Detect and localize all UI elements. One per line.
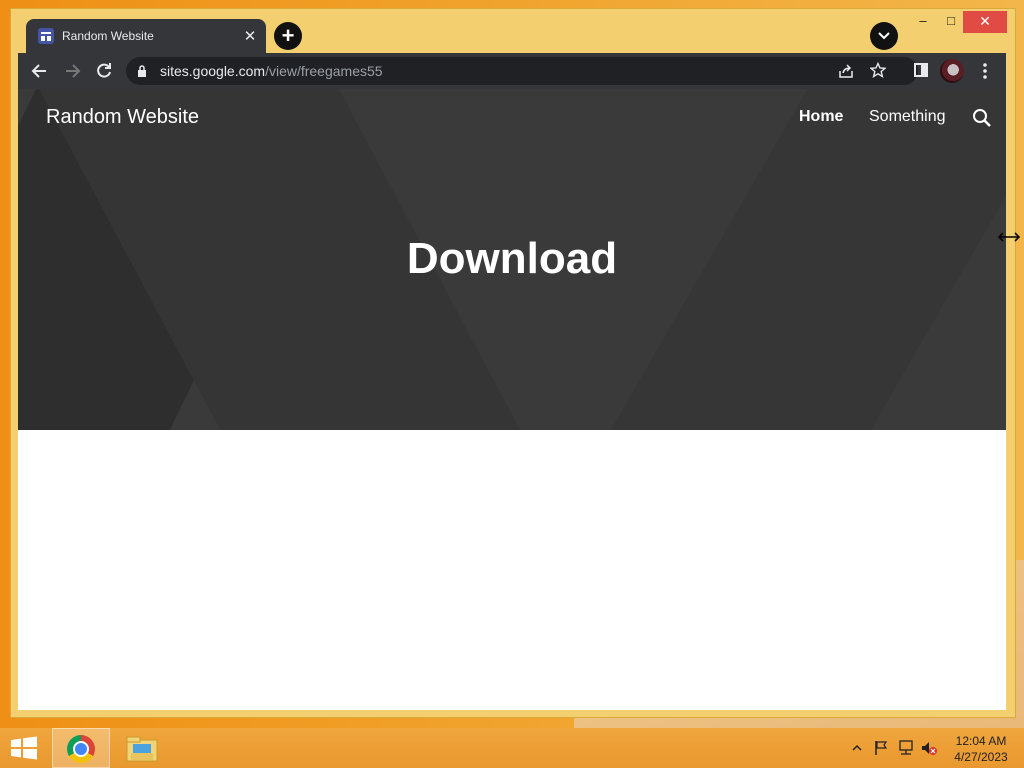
windows-start-icon[interactable] bbox=[10, 736, 38, 760]
minimize-button[interactable]: – bbox=[912, 11, 934, 33]
share-icon[interactable] bbox=[838, 63, 854, 79]
forward-arrow-icon[interactable] bbox=[62, 61, 82, 81]
hero-banner: Random Website Home Something Download bbox=[18, 89, 1006, 430]
tab-search-button[interactable] bbox=[870, 22, 898, 50]
browser-tab[interactable]: Random Website ✕ bbox=[26, 19, 266, 53]
search-icon[interactable] bbox=[972, 108, 992, 128]
tab-title: Random Website bbox=[62, 29, 154, 43]
action-center-flag-icon[interactable] bbox=[874, 740, 888, 756]
volume-muted-icon[interactable] bbox=[920, 740, 938, 756]
tab-close-icon[interactable]: ✕ bbox=[240, 27, 260, 45]
nav-link-something[interactable]: Something bbox=[869, 108, 946, 126]
clock-time: 12:04 AM bbox=[955, 734, 1007, 748]
page-heading: Download bbox=[406, 234, 618, 283]
taskbar-chrome-button[interactable] bbox=[52, 728, 110, 768]
system-clock[interactable]: 12:04 AM 4/27/2023 bbox=[948, 733, 1014, 765]
url-host: sites.google.com bbox=[160, 63, 266, 79]
clock-date: 4/27/2023 bbox=[954, 750, 1008, 764]
lock-icon[interactable] bbox=[137, 65, 147, 77]
bookmark-star-icon[interactable] bbox=[870, 62, 886, 78]
network-icon[interactable] bbox=[898, 740, 914, 756]
new-tab-button[interactable]: + bbox=[274, 22, 302, 50]
file-explorer-icon[interactable] bbox=[126, 734, 158, 762]
chrome-logo-icon bbox=[67, 735, 95, 763]
web-page: Random Website Home Something Download bbox=[18, 89, 1006, 710]
show-hidden-icons-icon[interactable] bbox=[852, 744, 862, 752]
site-favicon-icon bbox=[38, 28, 54, 44]
address-bar[interactable]: sites.google.com/view/freegames55 bbox=[126, 57, 918, 85]
reload-icon[interactable] bbox=[94, 61, 114, 81]
profile-avatar[interactable] bbox=[940, 59, 964, 83]
back-arrow-icon[interactable] bbox=[30, 61, 50, 81]
chevron-down-icon bbox=[878, 32, 890, 40]
side-panel-icon[interactable] bbox=[914, 62, 928, 78]
browser-toolbar: sites.google.com/view/freegames55 bbox=[18, 53, 1006, 89]
maximize-button[interactable]: □ bbox=[940, 11, 962, 33]
resize-cursor-icon bbox=[997, 232, 1021, 242]
nav-link-home[interactable]: Home bbox=[799, 108, 843, 126]
close-window-button[interactable]: ✕ bbox=[963, 11, 1007, 33]
kebab-menu-icon[interactable] bbox=[982, 62, 988, 80]
url-text: sites.google.com/view/freegames55 bbox=[160, 57, 383, 85]
url-path: /view/freegames55 bbox=[265, 63, 383, 79]
taskbar: 12:04 AM 4/27/2023 bbox=[0, 728, 1024, 768]
site-title[interactable]: Random Website bbox=[46, 106, 199, 129]
